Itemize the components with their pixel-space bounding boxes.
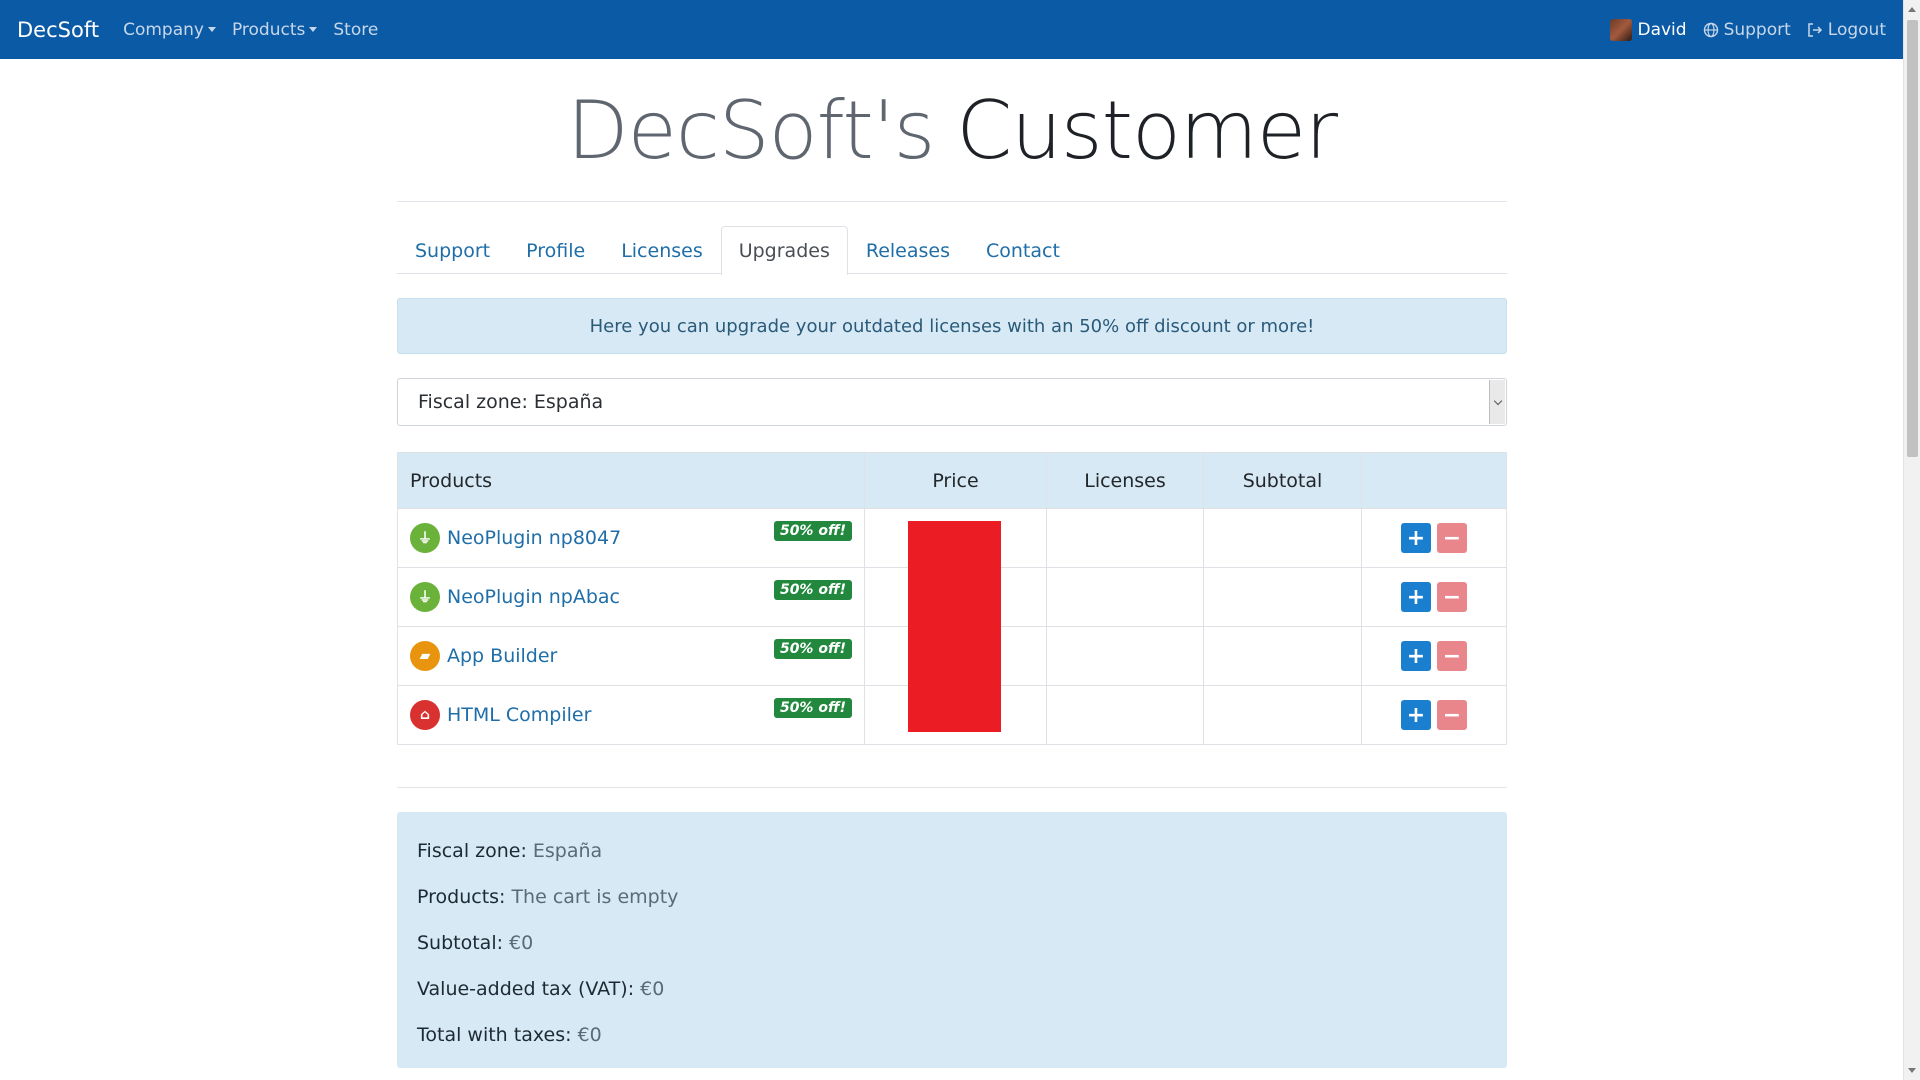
summary-fiscal-label: Fiscal zone: — [417, 840, 527, 862]
nav-store-label: Store — [333, 19, 379, 40]
nav-right: David Support Logout — [1610, 18, 1886, 41]
page-title: DecSoft's Customer — [397, 59, 1507, 201]
subtotal-cell — [1203, 626, 1362, 686]
summary-vat-value: €0 — [640, 978, 665, 1000]
product-cell: ⏚ NeoPlugin npAbac 50% off! — [397, 567, 865, 627]
summary-products-label: Products: — [417, 886, 506, 908]
fiscal-zone-select[interactable]: Fiscal zone: España — [397, 378, 1507, 426]
nav-products[interactable]: Products — [231, 19, 318, 40]
nav-company-label: Company — [123, 19, 204, 40]
subtotal-cell — [1203, 567, 1362, 627]
header-products: Products — [397, 452, 865, 509]
title-part1: DecSoft's — [567, 83, 935, 177]
nav-store[interactable]: Store — [333, 20, 378, 40]
licenses-cell — [1046, 567, 1204, 627]
actions-cell: + − — [1361, 508, 1507, 568]
tab-bar: Support Profile Licenses Upgrades Releas… — [397, 226, 1507, 275]
summary-products: Products: The cart is empty — [417, 874, 1487, 920]
remove-license-button[interactable]: − — [1437, 582, 1467, 612]
licenses-cell — [1046, 626, 1204, 686]
actions-cell: + − — [1361, 567, 1507, 627]
summary-total-value: €0 — [577, 1024, 602, 1046]
licenses-cell — [1046, 508, 1204, 568]
scroll-up-icon[interactable] — [1908, 7, 1916, 12]
header-price: Price — [864, 452, 1047, 509]
support-label: Support — [1723, 19, 1791, 40]
header-actions — [1361, 452, 1507, 509]
scroll-down-icon[interactable] — [1908, 1068, 1916, 1073]
info-alert: Here you can upgrade your outdated licen… — [397, 298, 1507, 354]
tab-profile[interactable]: Profile — [508, 226, 603, 274]
product-cell: ⏚ NeoPlugin np8047 50% off! — [397, 508, 865, 568]
product-link[interactable]: App Builder — [447, 645, 557, 667]
summary-total-label: Total with taxes: — [417, 1024, 572, 1046]
discount-badge: 50% off! — [773, 521, 852, 541]
header-licenses: Licenses — [1046, 452, 1204, 509]
nav-company[interactable]: Company — [123, 20, 216, 40]
discount-badge: 50% off! — [773, 580, 852, 600]
logout-icon — [1808, 22, 1822, 37]
brand-link[interactable]: DecSoft — [17, 18, 99, 42]
product-cell: ⌂ HTML Compiler 50% off! — [397, 685, 865, 745]
summary-fiscal: Fiscal zone: España — [417, 828, 1487, 874]
add-license-button[interactable]: + — [1401, 582, 1431, 612]
top-navbar: DecSoft Company Products Store David Sup… — [0, 0, 1903, 59]
actions-cell: + − — [1361, 685, 1507, 745]
html-compiler-icon: ⌂ — [410, 700, 440, 730]
product-link[interactable]: NeoPlugin np8047 — [447, 527, 621, 549]
subtotal-cell — [1203, 685, 1362, 745]
add-license-button[interactable]: + — [1401, 641, 1431, 671]
remove-license-button[interactable]: − — [1437, 700, 1467, 730]
discount-badge: 50% off! — [773, 639, 852, 659]
tab-support[interactable]: Support — [397, 226, 508, 274]
discount-badge: 50% off! — [773, 698, 852, 718]
licenses-cell — [1046, 685, 1204, 745]
product-link[interactable]: HTML Compiler — [447, 704, 591, 726]
avatar — [1610, 18, 1633, 41]
summary-subtotal: Subtotal: €0 — [417, 920, 1487, 966]
tab-upgrades[interactable]: Upgrades — [720, 226, 848, 275]
summary-products-value: The cart is empty — [511, 886, 679, 908]
summary-subtotal-value: €0 — [509, 932, 534, 954]
product-cell: ▰ App Builder 50% off! — [397, 626, 865, 686]
globe-icon — [1703, 22, 1718, 37]
price-redaction-block — [908, 521, 1001, 732]
remove-license-button[interactable]: − — [1437, 523, 1467, 553]
page-scrollbar[interactable] — [1903, 0, 1920, 1080]
table-header-row: Products Price Licenses Subtotal — [397, 452, 1507, 509]
nav-products-label: Products — [231, 19, 306, 40]
plug-icon: ⏚ — [410, 523, 440, 553]
fiscal-zone-value: Fiscal zone: España — [418, 391, 604, 413]
tab-contact[interactable]: Contact — [968, 226, 1078, 274]
user-menu[interactable]: David — [1610, 18, 1687, 41]
chevron-down-icon[interactable] — [1489, 380, 1505, 424]
divider — [397, 201, 1507, 202]
logout-link[interactable]: Logout — [1807, 20, 1886, 40]
add-license-button[interactable]: + — [1401, 523, 1431, 553]
title-part2: Customer — [956, 83, 1338, 177]
caret-down-icon — [207, 27, 216, 32]
scroll-thumb[interactable] — [1907, 20, 1918, 457]
add-license-button[interactable]: + — [1401, 700, 1431, 730]
summary-vat-label: Value-added tax (VAT): — [417, 978, 635, 1000]
summary-total: Total with taxes: €0 — [417, 1012, 1487, 1058]
remove-license-button[interactable]: − — [1437, 641, 1467, 671]
actions-cell: + − — [1361, 626, 1507, 686]
divider — [397, 787, 1507, 788]
user-name: David — [1637, 19, 1687, 40]
caret-down-icon — [309, 27, 318, 32]
logout-label: Logout — [1827, 19, 1886, 40]
order-summary: Fiscal zone: España Products: The cart is … — [397, 812, 1507, 1068]
summary-subtotal-label: Subtotal: — [417, 932, 504, 954]
subtotal-cell — [1203, 508, 1362, 568]
tab-licenses[interactable]: Licenses — [603, 226, 721, 274]
summary-fiscal-value: España — [532, 840, 603, 862]
header-subtotal: Subtotal — [1203, 452, 1362, 509]
plug-icon: ⏚ — [410, 582, 440, 612]
summary-vat: Value-added tax (VAT): €0 — [417, 966, 1487, 1012]
app-builder-icon: ▰ — [410, 641, 440, 671]
tab-releases[interactable]: Releases — [848, 226, 968, 274]
support-link[interactable]: Support — [1703, 20, 1791, 40]
product-link[interactable]: NeoPlugin npAbac — [447, 586, 620, 608]
